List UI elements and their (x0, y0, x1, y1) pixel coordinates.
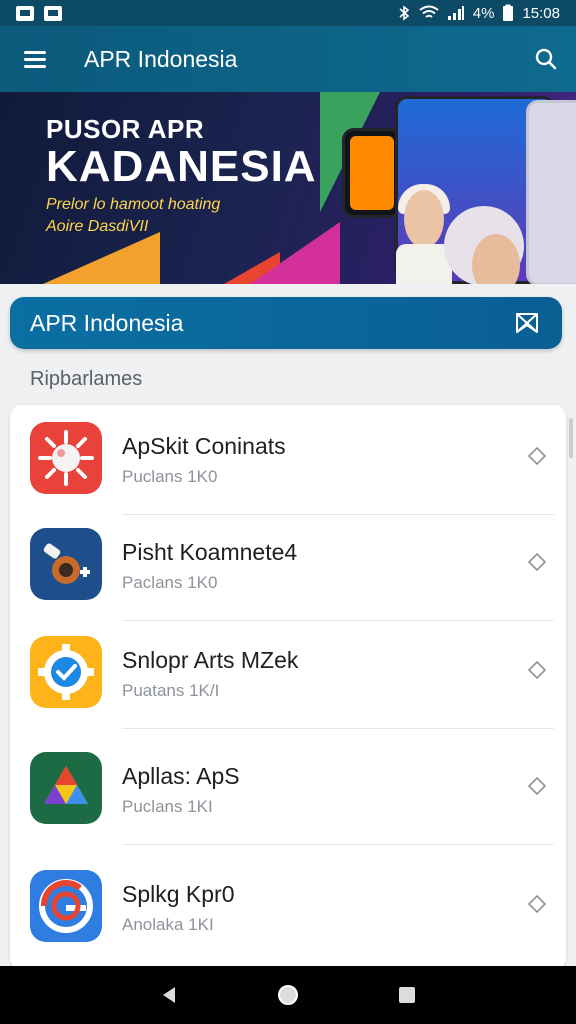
section-header[interactable]: APR Indonesia (10, 297, 562, 349)
battery-icon (503, 4, 514, 21)
search-icon (535, 48, 557, 70)
telescope-icon (30, 528, 102, 600)
list-item[interactable]: Splkg Kpr0 Anolaka 1KI (10, 853, 566, 963)
app-name: Pisht Koamnete4 (122, 539, 298, 565)
app-bar: APR Indonesia (0, 26, 576, 92)
recents-square-icon (398, 987, 415, 1003)
diamond-icon (527, 660, 547, 680)
app-meta: Puclans 1K0 (122, 467, 218, 486)
recents-button[interactable] (385, 973, 429, 1017)
back-button[interactable] (147, 973, 191, 1017)
divider (122, 728, 554, 729)
app-name: ApSkit Coninats (122, 433, 286, 459)
banner-decor (250, 222, 340, 284)
app-title: APR Indonesia (84, 45, 238, 72)
notification-icon (16, 5, 34, 21)
scrollbar[interactable] (569, 418, 573, 458)
g-swirl-icon (30, 870, 102, 942)
app-list: ApSkit Coninats Puclans 1K0 Pisht Koamne… (10, 405, 566, 970)
list-item[interactable]: Snlopr Arts MZek Puatans 1K/I (10, 619, 566, 729)
banner-tagline-2: Aoire DasdiVII (46, 218, 149, 235)
signal-icon (447, 6, 464, 20)
sun-ball-icon (30, 422, 102, 494)
banner-kicker: PUSOR APR (46, 114, 205, 144)
list-item[interactable]: Pisht Koamnete4 Paclans 1K0 (10, 511, 566, 621)
search-button[interactable] (516, 26, 576, 92)
banner-tagline: Prelor lo hamoot hoating (46, 196, 221, 213)
section-title: APR Indonesia (30, 309, 184, 336)
diamond-icon (527, 776, 547, 796)
app-name: Apllas: ApS (122, 763, 240, 789)
back-triangle-icon (163, 987, 176, 1003)
wifi-icon (419, 5, 439, 18)
app-meta: Anolaka 1KI (122, 915, 214, 934)
banner-decor (0, 232, 160, 284)
list-item[interactable]: ApSkit Coninats Puclans 1K0 (10, 405, 566, 515)
favorite-button[interactable] (524, 891, 550, 917)
app-meta: Paclans 1K0 (122, 573, 218, 592)
app-name: Splkg Kpr0 (122, 881, 235, 907)
drive-triangle-icon (30, 752, 102, 824)
favorite-button[interactable] (524, 657, 550, 683)
phone-illustration (526, 100, 576, 284)
person-illustration (404, 190, 444, 248)
app-meta: Puatans 1K/I (122, 681, 220, 700)
status-bar: 4% 15:08 (0, 0, 576, 26)
message-icon (44, 5, 62, 21)
promo-banner[interactable]: PUSOR APR KADANESIA Prelor lo hamoot hoa… (0, 92, 576, 284)
hamburger-icon (24, 51, 46, 68)
diamond-icon (527, 446, 547, 466)
diamond-icon (527, 894, 547, 914)
phone-illustration (342, 128, 402, 218)
app-name: Snlopr Arts MZek (122, 647, 299, 673)
favorite-button[interactable] (524, 549, 550, 575)
clock: 15:08 (522, 4, 560, 22)
banner-headline: KADANESIA (46, 142, 317, 191)
notification-icons (16, 5, 62, 21)
gear-check-icon (30, 636, 102, 708)
bookmark-x-icon (516, 313, 538, 333)
favorite-button[interactable] (524, 773, 550, 799)
battery-percent: 4% (472, 4, 495, 22)
app-meta: Puclans 1KI (122, 797, 213, 816)
diamond-icon (527, 552, 547, 572)
expand-icon[interactable] (512, 308, 542, 338)
list-item[interactable]: Apllas: ApS Puclans 1KI (10, 735, 566, 845)
menu-button[interactable] (0, 26, 70, 92)
system-nav-bar (0, 966, 576, 1024)
bluetooth-icon (399, 5, 410, 21)
divider (122, 844, 554, 845)
home-circle-icon (277, 985, 298, 1005)
home-button[interactable] (266, 973, 310, 1017)
status-indicators: 4% 15:08 (397, 4, 560, 22)
list-subheading: Ripbarlames (30, 368, 143, 390)
favorite-button[interactable] (524, 443, 550, 469)
